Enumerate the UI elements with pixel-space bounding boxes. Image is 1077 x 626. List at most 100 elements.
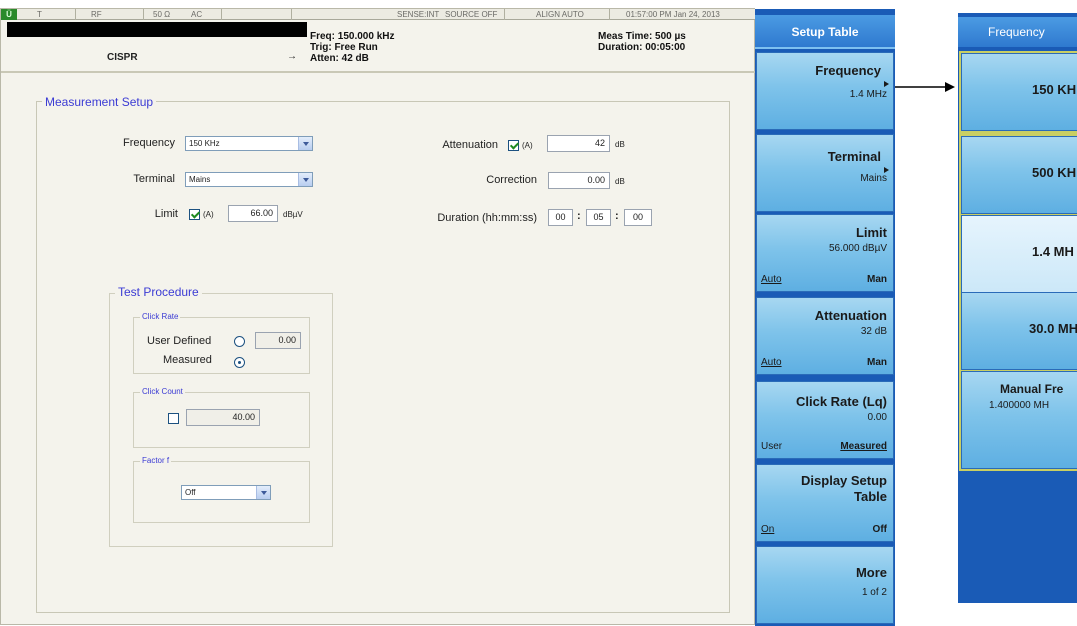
click-count-checkbox[interactable] xyxy=(168,413,179,424)
duration-colon: : xyxy=(577,210,581,222)
title-bar xyxy=(7,22,307,37)
limit-label: Limit xyxy=(154,208,178,220)
softkey-label: More xyxy=(855,565,887,580)
freq-manual-value: 1.400000 MH xyxy=(989,400,1050,411)
duration-colon: : xyxy=(615,210,619,222)
status-impedance: 50 Ω xyxy=(153,10,171,19)
softkey-option-man: Man xyxy=(867,357,887,368)
freq-option-manual[interactable]: Manual Fre 1.400000 MH xyxy=(961,371,1077,469)
softkey-option-user: User xyxy=(761,441,783,452)
softkey-terminal[interactable]: Terminal Mains xyxy=(756,134,894,212)
click-rate-title: Click Rate xyxy=(140,312,181,321)
attenuation-auto-checkbox[interactable] xyxy=(508,140,519,151)
user-defined-radio[interactable] xyxy=(234,336,245,347)
softkey-value: 1 of 2 xyxy=(861,587,887,598)
softkey-more[interactable]: More 1 of 2 xyxy=(756,546,894,624)
softkey-value: 0.00 xyxy=(867,412,887,423)
softkey-label: Display Setup xyxy=(801,473,887,488)
factor-select[interactable]: Off xyxy=(181,485,271,500)
measurement-setup-title: Measurement Setup xyxy=(42,95,157,109)
status-mode: T xyxy=(37,10,42,19)
frequency-menu: Frequency 150 KH 500 KH 1.4 MH 30.0 MH M… xyxy=(958,13,1077,603)
status-bar: Ü T RF 50 Ω AC SENSE:INT SOURCE OFF ALIG… xyxy=(1,9,756,20)
user-defined-input[interactable]: 0.00 xyxy=(255,332,301,349)
softkey-label: Attenuation xyxy=(814,308,887,323)
status-sense: SENSE:INT xyxy=(397,10,440,19)
submenu-arrow-icon xyxy=(895,82,955,92)
frequency-options: 150 KH 500 KH 1.4 MH 30.0 MH Manual Fre … xyxy=(959,51,1077,471)
freq-option-1.4m[interactable]: 1.4 MH xyxy=(961,215,1077,293)
header-divider xyxy=(1,71,756,73)
chevron-down-icon[interactable] xyxy=(298,137,312,150)
freq-manual-label: Manual Fre xyxy=(1000,382,1064,396)
correction-input[interactable]: 0.00 xyxy=(548,172,610,189)
status-source: SOURCE OFF xyxy=(445,10,498,19)
chevron-down-icon[interactable] xyxy=(298,173,312,186)
click-count-title: Click Count xyxy=(140,387,185,396)
status-coupling: AC xyxy=(191,10,203,19)
frequency-label: Frequency xyxy=(123,137,175,149)
softkey-label: Click Rate (Lq) xyxy=(795,394,887,409)
status-datetime: 01:57:00 PM Jan 24, 2013 xyxy=(626,10,720,19)
factor-title: Factor f xyxy=(140,456,172,465)
click-count-input[interactable]: 40.00 xyxy=(186,409,260,426)
terminal-label: Terminal xyxy=(133,173,175,185)
duration-seconds-input[interactable]: 00 xyxy=(624,209,652,226)
softkey-display-setup-table[interactable]: Display Setup Table On Off xyxy=(756,464,894,542)
attenuation-input[interactable]: 42 xyxy=(547,135,610,152)
logo-icon: Ü xyxy=(1,9,17,20)
setup-table-title: Setup Table xyxy=(755,15,895,49)
submenu-arrow-icon xyxy=(884,81,889,87)
softkey-value: 32 dB xyxy=(860,326,887,337)
attenuation-auto-label: (A) xyxy=(522,141,533,150)
limit-unit: dBµV xyxy=(283,210,303,219)
softkey-option-man: Man xyxy=(867,274,887,285)
freq-option-500k[interactable]: 500 KH xyxy=(961,136,1077,214)
header-duration: Duration: 00:05:00 xyxy=(598,42,686,53)
freq-option-label: 150 KH xyxy=(1032,82,1077,97)
softkey-label-line2: Table xyxy=(854,489,887,504)
limit-auto-checkbox[interactable] xyxy=(189,209,200,220)
softkey-option-on: On xyxy=(761,524,775,535)
freq-option-30m[interactable]: 30.0 MH xyxy=(961,292,1077,370)
header-trig: Trig: Free Run xyxy=(310,42,378,53)
softkey-option-measured: Measured xyxy=(840,441,887,452)
header-meas-time: Meas Time: 500 µs xyxy=(598,31,686,42)
softkey-attenuation[interactable]: Attenuation 32 dB Auto Man xyxy=(756,297,894,375)
softkey-value: 56.000 dBµV xyxy=(828,243,887,254)
setup-table-menu: Setup Table Frequency 1.4 MHz Terminal M… xyxy=(755,9,895,626)
terminal-select[interactable]: Mains xyxy=(185,172,313,187)
trigger-arrow-icon: → xyxy=(287,51,297,62)
measured-radio[interactable] xyxy=(234,357,245,368)
test-procedure-title: Test Procedure xyxy=(115,285,202,299)
softkey-label: Frequency xyxy=(815,63,881,78)
softkey-limit[interactable]: Limit 56.000 dBµV Auto Man xyxy=(756,214,894,292)
softkey-frequency[interactable]: Frequency 1.4 MHz xyxy=(756,52,894,130)
freq-option-150k[interactable]: 150 KH xyxy=(961,53,1077,131)
softkey-option-auto: Auto xyxy=(761,274,782,285)
softkey-value: 1.4 MHz xyxy=(849,89,887,100)
frequency-select[interactable]: 150 KHz xyxy=(185,136,313,151)
duration-minutes-input[interactable]: 05 xyxy=(586,209,611,226)
limit-auto-label: (A) xyxy=(203,210,214,219)
duration-hours-input[interactable]: 00 xyxy=(548,209,573,226)
softkey-label: Terminal xyxy=(827,149,881,164)
freq-option-label: 1.4 MH xyxy=(1032,244,1074,259)
attenuation-unit: dB xyxy=(615,140,625,149)
frequency-select-value: 150 KHz xyxy=(189,139,220,148)
softkey-click-rate[interactable]: Click Rate (Lq) 0.00 User Measured xyxy=(756,381,894,459)
chevron-down-icon[interactable] xyxy=(256,486,270,499)
mode-label: CISPR xyxy=(107,52,138,63)
user-defined-label: User Defined xyxy=(147,335,212,347)
freq-option-label: 30.0 MH xyxy=(1029,321,1077,336)
softkey-value: Mains xyxy=(860,173,887,184)
softkey-label: Limit xyxy=(855,225,887,240)
measured-label: Measured xyxy=(163,354,212,366)
status-rf: RF xyxy=(91,10,102,19)
header-atten: Atten: 42 dB xyxy=(310,53,369,64)
softkey-option-auto: Auto xyxy=(761,357,782,368)
freq-option-label: 500 KH xyxy=(1032,165,1077,180)
terminal-select-value: Mains xyxy=(189,175,211,184)
limit-input[interactable]: 66.00 xyxy=(228,205,278,222)
status-align: ALIGN AUTO xyxy=(536,10,584,19)
